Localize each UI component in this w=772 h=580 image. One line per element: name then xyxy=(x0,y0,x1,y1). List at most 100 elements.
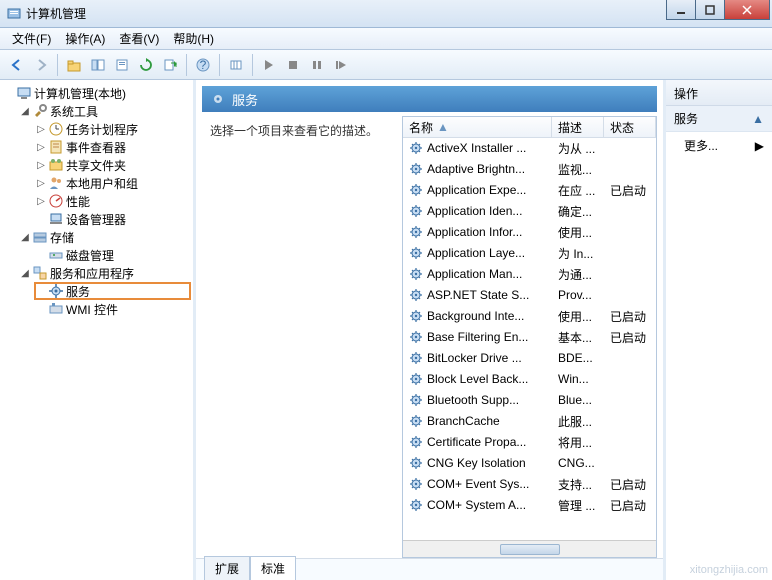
export-button[interactable] xyxy=(159,54,181,76)
gear-icon xyxy=(409,435,423,449)
service-name: COM+ System A... xyxy=(427,498,526,512)
expand-icon[interactable]: ▷ xyxy=(36,142,46,153)
tree-performance[interactable]: ▷ 性能 xyxy=(34,192,191,210)
service-name-cell: Base Filtering En... xyxy=(403,330,552,344)
help-button[interactable]: ? xyxy=(192,54,214,76)
sort-asc-icon: ▲ xyxy=(437,120,449,134)
service-desc: BDE... xyxy=(552,351,604,365)
tree-root[interactable]: 计算机管理(本地) xyxy=(2,84,191,102)
service-row[interactable]: COM+ System A... 管理 ...已启动 xyxy=(403,495,656,516)
actions-header: 操作 xyxy=(666,80,772,106)
tree-wmi-control[interactable]: WMI 控件 xyxy=(34,300,191,318)
tree-system-tools[interactable]: ◢ 系统工具 xyxy=(18,102,191,120)
device-icon xyxy=(48,211,64,227)
column-desc[interactable]: 描述 xyxy=(552,117,604,137)
maximize-button[interactable] xyxy=(695,0,725,20)
service-desc: 将用... xyxy=(552,434,604,451)
service-row[interactable]: CNG Key IsolationCNG... xyxy=(403,453,656,474)
service-row[interactable]: Application Iden...确定... xyxy=(403,201,656,222)
service-row[interactable]: Application Expe...在应 ...已启动 xyxy=(403,180,656,201)
tree-label: 性能 xyxy=(66,193,90,210)
service-desc: 管理 ... xyxy=(552,497,604,514)
service-status: 已启动 xyxy=(604,497,656,514)
refresh-button[interactable] xyxy=(135,54,157,76)
service-row[interactable]: Adaptive Brightn...监视... xyxy=(403,159,656,180)
computer-icon xyxy=(16,85,32,101)
tree-task-scheduler[interactable]: ▷任务计划程序 xyxy=(34,120,191,138)
back-button[interactable] xyxy=(6,54,28,76)
share-icon xyxy=(48,157,64,173)
service-name-cell: Background Inte... xyxy=(403,309,552,323)
service-row[interactable]: Bluetooth Supp...Blue... xyxy=(403,390,656,411)
properties-button[interactable] xyxy=(111,54,133,76)
close-button[interactable] xyxy=(724,0,770,20)
actions-more-label: 更多... xyxy=(684,137,718,154)
tree-label: 系统工具 xyxy=(50,103,98,120)
expand-icon[interactable]: ▷ xyxy=(36,124,46,135)
tabs-bottom: 扩展 标准 xyxy=(196,558,663,580)
scrollbar-thumb[interactable] xyxy=(500,544,560,555)
column-name[interactable]: 名称 ▲ xyxy=(403,117,552,137)
column-label: 名称 xyxy=(409,119,433,136)
service-desc: 为 In... xyxy=(552,245,604,262)
pause-button[interactable] xyxy=(306,54,328,76)
tree-shared-folders[interactable]: ▷共享文件夹 xyxy=(34,156,191,174)
service-row[interactable]: BranchCache此服... xyxy=(403,411,656,432)
service-row[interactable]: Block Level Back...Win... xyxy=(403,369,656,390)
restart-button[interactable] xyxy=(330,54,352,76)
menu-view[interactable]: 查看(V) xyxy=(113,28,165,49)
gear-icon xyxy=(409,372,423,386)
column-status[interactable]: 状态 xyxy=(604,117,656,137)
service-row[interactable]: BitLocker Drive ...BDE... xyxy=(403,348,656,369)
tree-device-manager[interactable]: 设备管理器 xyxy=(34,210,191,228)
service-row[interactable]: Application Man...为通... xyxy=(403,264,656,285)
service-row[interactable]: Application Infor...使用... xyxy=(403,222,656,243)
tree-storage[interactable]: ◢存储 xyxy=(18,228,191,246)
horizontal-scrollbar[interactable] xyxy=(403,540,656,557)
tree-local-users[interactable]: ▷ 本地用户和组 xyxy=(34,174,191,192)
show-hide-tree-button[interactable] xyxy=(87,54,109,76)
tab-extended[interactable]: 扩展 xyxy=(204,556,250,580)
gear-icon xyxy=(409,162,423,176)
service-desc: Prov... xyxy=(552,288,604,302)
actions-pane: 操作 服务 ▲ 更多... ▶ xyxy=(666,80,772,580)
expand-icon[interactable]: ▷ xyxy=(36,160,46,171)
up-button[interactable] xyxy=(63,54,85,76)
actions-more[interactable]: 更多... ▶ xyxy=(666,132,772,159)
service-row[interactable]: Background Inte...使用...已启动 xyxy=(403,306,656,327)
service-row[interactable]: Certificate Propa...将用... xyxy=(403,432,656,453)
service-row[interactable]: ActiveX Installer ...为从 ... xyxy=(403,138,656,159)
tab-standard[interactable]: 标准 xyxy=(250,556,296,580)
actions-sub-label: 服务 xyxy=(674,110,698,127)
service-row[interactable]: ASP.NET State S...Prov... xyxy=(403,285,656,306)
tree-services[interactable]: 服务 xyxy=(34,282,191,300)
service-name-cell: BranchCache xyxy=(403,414,552,428)
tree-services-apps[interactable]: ◢服务和应用程序 xyxy=(18,264,191,282)
tree-disk-management[interactable]: 磁盘管理 xyxy=(34,246,191,264)
collapse-icon: ▲ xyxy=(752,112,764,126)
service-row[interactable]: Application Laye...为 In... xyxy=(403,243,656,264)
columns-button[interactable] xyxy=(225,54,247,76)
tree-event-viewer[interactable]: ▷事件查看器 xyxy=(34,138,191,156)
forward-button[interactable] xyxy=(30,54,52,76)
menu-help[interactable]: 帮助(H) xyxy=(167,28,220,49)
tree-label: 服务 xyxy=(66,283,90,300)
menu-file[interactable]: 文件(F) xyxy=(6,28,57,49)
actions-sub[interactable]: 服务 ▲ xyxy=(666,106,772,132)
expand-icon[interactable]: ▷ xyxy=(36,178,46,189)
collapse-icon[interactable]: ◢ xyxy=(20,268,30,279)
service-row[interactable]: Base Filtering En...基本...已启动 xyxy=(403,327,656,348)
minimize-button[interactable] xyxy=(666,0,696,20)
collapse-icon[interactable]: ◢ xyxy=(20,232,30,243)
tree-label: 本地用户和组 xyxy=(66,175,138,192)
gear-icon xyxy=(409,225,423,239)
collapse-icon[interactable]: ◢ xyxy=(20,106,30,117)
column-label: 状态 xyxy=(610,119,634,136)
play-button[interactable] xyxy=(258,54,280,76)
menu-action[interactable]: 操作(A) xyxy=(59,28,111,49)
service-row[interactable]: COM+ Event Sys...支持...已启动 xyxy=(403,474,656,495)
stop-button[interactable] xyxy=(282,54,304,76)
list-body[interactable]: ActiveX Installer ...为从 ...Adaptive Brig… xyxy=(403,138,656,540)
expand-icon[interactable]: ▷ xyxy=(36,196,46,207)
service-name: Application Infor... xyxy=(427,225,522,239)
